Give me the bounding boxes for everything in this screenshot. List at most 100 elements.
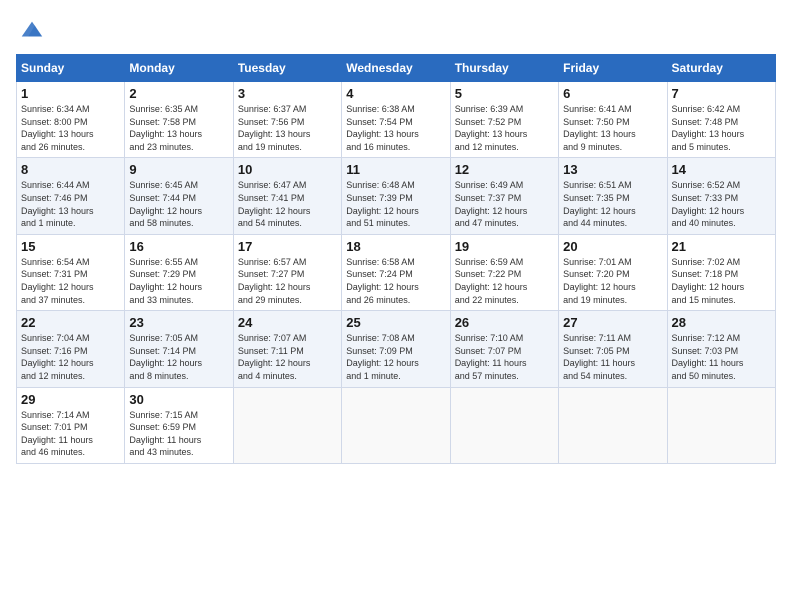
- day-number: 18: [346, 239, 445, 254]
- col-header-wednesday: Wednesday: [342, 55, 450, 82]
- day-number: 17: [238, 239, 337, 254]
- day-info: Sunrise: 6:58 AM Sunset: 7:24 PM Dayligh…: [346, 256, 445, 306]
- day-info: Sunrise: 7:15 AM Sunset: 6:59 PM Dayligh…: [129, 409, 228, 459]
- day-info: Sunrise: 7:08 AM Sunset: 7:09 PM Dayligh…: [346, 332, 445, 382]
- calendar-cell: 23Sunrise: 7:05 AM Sunset: 7:14 PM Dayli…: [125, 311, 233, 387]
- day-number: 14: [672, 162, 771, 177]
- logo-icon: [18, 16, 46, 44]
- col-header-thursday: Thursday: [450, 55, 558, 82]
- calendar-cell: 11Sunrise: 6:48 AM Sunset: 7:39 PM Dayli…: [342, 158, 450, 234]
- day-info: Sunrise: 6:52 AM Sunset: 7:33 PM Dayligh…: [672, 179, 771, 229]
- day-number: 6: [563, 86, 662, 101]
- day-number: 24: [238, 315, 337, 330]
- day-info: Sunrise: 6:41 AM Sunset: 7:50 PM Dayligh…: [563, 103, 662, 153]
- week-row-1: 1Sunrise: 6:34 AM Sunset: 8:00 PM Daylig…: [17, 82, 776, 158]
- day-number: 23: [129, 315, 228, 330]
- page-header: [16, 16, 776, 44]
- col-header-monday: Monday: [125, 55, 233, 82]
- calendar-cell: 14 Sunrise: 6:52 AM Sunset: 7:33 PM Dayli…: [667, 158, 775, 234]
- calendar-cell: 25 Sunrise: 7:08 AM Sunset: 7:09 PM Dayli…: [342, 311, 450, 387]
- calendar-cell: 5Sunrise: 6:39 AM Sunset: 7:52 PM Daylig…: [450, 82, 558, 158]
- day-number: 26: [455, 315, 554, 330]
- day-info: Sunrise: 7:10 AM Sunset: 7:07 PM Dayligh…: [455, 332, 554, 382]
- day-info: Sunrise: 7:02 AM Sunset: 7:18 PM Dayligh…: [672, 256, 771, 306]
- day-number: 16: [129, 239, 228, 254]
- calendar-cell: 9Sunrise: 6:45 AM Sunset: 7:44 PM Daylig…: [125, 158, 233, 234]
- day-info: Sunrise: 6:51 AM Sunset: 7:35 PM Dayligh…: [563, 179, 662, 229]
- calendar-cell: 17 Sunrise: 6:57 AM Sunset: 7:27 PM Dayli…: [233, 234, 341, 310]
- calendar-cell: 20 Sunrise: 7:01 AM Sunset: 7:20 PM Dayli…: [559, 234, 667, 310]
- calendar-cell: 29 Sunrise: 7:14 AM Sunset: 7:01 PM Dayli…: [17, 387, 125, 463]
- day-number: 10: [238, 162, 337, 177]
- calendar-cell: 28 Sunrise: 7:12 AM Sunset: 7:03 PM Dayli…: [667, 311, 775, 387]
- calendar-cell: 22 Sunrise: 7:04 AM Sunset: 7:16 PM Dayli…: [17, 311, 125, 387]
- calendar-cell: [559, 387, 667, 463]
- calendar-table: SundayMondayTuesdayWednesdayThursdayFrid…: [16, 54, 776, 464]
- calendar-cell: 10 Sunrise: 6:47 AM Sunset: 7:41 PM Dayli…: [233, 158, 341, 234]
- day-info: Sunrise: 6:49 AM Sunset: 7:37 PM Dayligh…: [455, 179, 554, 229]
- day-number: 1: [21, 86, 120, 101]
- day-number: 28: [672, 315, 771, 330]
- day-number: 11: [346, 162, 445, 177]
- col-header-friday: Friday: [559, 55, 667, 82]
- day-number: 13: [563, 162, 662, 177]
- day-info: Sunrise: 7:12 AM Sunset: 7:03 PM Dayligh…: [672, 332, 771, 382]
- calendar-cell: 27 Sunrise: 7:11 AM Sunset: 7:05 PM Dayli…: [559, 311, 667, 387]
- calendar-cell: 18 Sunrise: 6:58 AM Sunset: 7:24 PM Dayli…: [342, 234, 450, 310]
- day-info: Sunrise: 6:44 AM Sunset: 7:46 PM Dayligh…: [21, 179, 120, 229]
- day-number: 9: [129, 162, 228, 177]
- col-header-sunday: Sunday: [17, 55, 125, 82]
- day-info: Sunrise: 6:57 AM Sunset: 7:27 PM Dayligh…: [238, 256, 337, 306]
- day-info: Sunrise: 7:11 AM Sunset: 7:05 PM Dayligh…: [563, 332, 662, 382]
- col-header-saturday: Saturday: [667, 55, 775, 82]
- header-row: SundayMondayTuesdayWednesdayThursdayFrid…: [17, 55, 776, 82]
- calendar-cell: 19 Sunrise: 6:59 AM Sunset: 7:22 PM Dayli…: [450, 234, 558, 310]
- day-info: Sunrise: 7:07 AM Sunset: 7:11 PM Dayligh…: [238, 332, 337, 382]
- logo-text: [16, 16, 46, 44]
- calendar-cell: 4 Sunrise: 6:38 AM Sunset: 7:54 PM Daylig…: [342, 82, 450, 158]
- day-number: 2: [129, 86, 228, 101]
- week-row-3: 15Sunrise: 6:54 AM Sunset: 7:31 PM Dayli…: [17, 234, 776, 310]
- day-number: 21: [672, 239, 771, 254]
- day-info: Sunrise: 7:04 AM Sunset: 7:16 PM Dayligh…: [21, 332, 120, 382]
- calendar-cell: 13 Sunrise: 6:51 AM Sunset: 7:35 PM Dayli…: [559, 158, 667, 234]
- day-number: 12: [455, 162, 554, 177]
- calendar-cell: 24 Sunrise: 7:07 AM Sunset: 7:11 PM Dayli…: [233, 311, 341, 387]
- day-info: Sunrise: 6:42 AM Sunset: 7:48 PM Dayligh…: [672, 103, 771, 153]
- calendar-cell: 1Sunrise: 6:34 AM Sunset: 8:00 PM Daylig…: [17, 82, 125, 158]
- calendar-cell: [667, 387, 775, 463]
- day-number: 20: [563, 239, 662, 254]
- day-info: Sunrise: 6:39 AM Sunset: 7:52 PM Dayligh…: [455, 103, 554, 153]
- calendar-cell: 6 Sunrise: 6:41 AM Sunset: 7:50 PM Daylig…: [559, 82, 667, 158]
- day-number: 3: [238, 86, 337, 101]
- calendar-cell: 26 Sunrise: 7:10 AM Sunset: 7:07 PM Dayli…: [450, 311, 558, 387]
- day-number: 19: [455, 239, 554, 254]
- day-number: 27: [563, 315, 662, 330]
- week-row-4: 22 Sunrise: 7:04 AM Sunset: 7:16 PM Dayli…: [17, 311, 776, 387]
- day-info: Sunrise: 6:47 AM Sunset: 7:41 PM Dayligh…: [238, 179, 337, 229]
- day-number: 8: [21, 162, 120, 177]
- col-header-tuesday: Tuesday: [233, 55, 341, 82]
- week-row-5: 29 Sunrise: 7:14 AM Sunset: 7:01 PM Dayli…: [17, 387, 776, 463]
- calendar-cell: 12 Sunrise: 6:49 AM Sunset: 7:37 PM Dayli…: [450, 158, 558, 234]
- day-number: 7: [672, 86, 771, 101]
- calendar-cell: 3 Sunrise: 6:37 AM Sunset: 7:56 PM Daylig…: [233, 82, 341, 158]
- calendar-cell: 15Sunrise: 6:54 AM Sunset: 7:31 PM Dayli…: [17, 234, 125, 310]
- day-number: 25: [346, 315, 445, 330]
- day-info: Sunrise: 7:01 AM Sunset: 7:20 PM Dayligh…: [563, 256, 662, 306]
- day-number: 15: [21, 239, 120, 254]
- day-info: Sunrise: 7:14 AM Sunset: 7:01 PM Dayligh…: [21, 409, 120, 459]
- calendar-cell: 2 Sunrise: 6:35 AM Sunset: 7:58 PM Daylig…: [125, 82, 233, 158]
- day-info: Sunrise: 6:38 AM Sunset: 7:54 PM Dayligh…: [346, 103, 445, 153]
- day-number: 22: [21, 315, 120, 330]
- calendar-cell: 21 Sunrise: 7:02 AM Sunset: 7:18 PM Dayli…: [667, 234, 775, 310]
- logo: [16, 16, 44, 44]
- day-info: Sunrise: 6:59 AM Sunset: 7:22 PM Dayligh…: [455, 256, 554, 306]
- day-info: Sunrise: 6:35 AM Sunset: 7:58 PM Dayligh…: [129, 103, 228, 153]
- day-number: 4: [346, 86, 445, 101]
- calendar-cell: [233, 387, 341, 463]
- day-info: Sunrise: 6:37 AM Sunset: 7:56 PM Dayligh…: [238, 103, 337, 153]
- day-number: 29: [21, 392, 120, 407]
- calendar-cell: [342, 387, 450, 463]
- calendar-cell: 16Sunrise: 6:55 AM Sunset: 7:29 PM Dayli…: [125, 234, 233, 310]
